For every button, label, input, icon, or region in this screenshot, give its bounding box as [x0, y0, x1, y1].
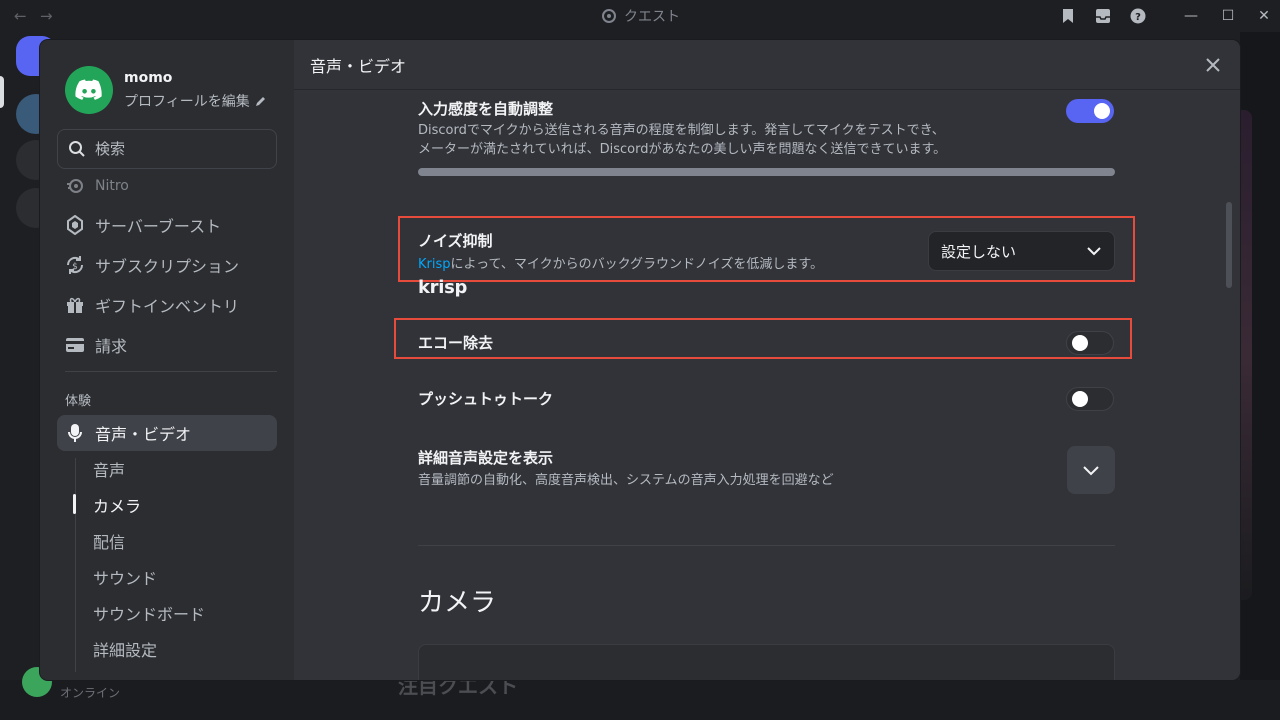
nitro-icon — [67, 179, 83, 193]
sub-nav-streaming[interactable]: 配信 — [93, 529, 125, 553]
window-close-button[interactable]: ✕ — [1254, 6, 1274, 26]
auto-sensitivity-toggle[interactable] — [1066, 99, 1114, 123]
pencil-icon — [255, 97, 265, 106]
noise-suppression-desc-text: によって、マイクからのバックグラウンドノイズを低減します。 — [450, 257, 824, 272]
card-icon — [66, 338, 84, 352]
back-arrow-icon[interactable]: ← — [14, 7, 27, 25]
input-sensitivity-meter — [418, 168, 1115, 176]
rail-indicator — [0, 76, 4, 108]
sidebar-item-label: 音声・ビデオ — [95, 425, 192, 444]
advanced-voice-title: 詳細音声設定を表示 — [418, 449, 554, 467]
push-to-talk-toggle[interactable] — [1066, 387, 1114, 411]
sidebar-section-label: 体験 — [65, 394, 92, 409]
sub-nav-active-marker — [73, 494, 76, 514]
svg-text:$: $ — [72, 262, 78, 272]
sub-nav-voice[interactable]: 音声 — [93, 457, 125, 481]
sidebar-item-label: 請求 — [95, 337, 128, 356]
discord-logo-icon — [75, 79, 102, 100]
sidebar-item-label: サブスクリプション — [95, 257, 240, 276]
sidebar-item-nitro[interactable]: Nitro — [57, 168, 277, 204]
profile-name: momo — [124, 70, 173, 86]
search-box[interactable] — [57, 129, 277, 169]
subscription-icon: $ — [66, 256, 84, 274]
quest-icon — [602, 9, 616, 23]
maximize-button[interactable]: ☐ — [1218, 6, 1238, 26]
inbox-icon[interactable] — [1095, 8, 1111, 24]
boost-icon — [67, 215, 83, 235]
noise-suppression-select[interactable]: 設定しない — [928, 231, 1115, 271]
sidebar-item-subscriptions[interactable]: $ サブスクリプション — [57, 247, 277, 283]
sub-nav-advanced[interactable]: 詳細設定 — [93, 637, 157, 661]
section-divider — [418, 545, 1115, 546]
search-input[interactable] — [95, 140, 265, 158]
settings-sidebar: momo プロフィールを編集 Nitro サーバーブースト $ サブスクリプショ… — [40, 40, 294, 680]
sub-nav-camera[interactable]: カメラ — [93, 493, 141, 517]
user-panel-status: オンライン — [60, 686, 121, 700]
search-icon — [69, 141, 85, 157]
camera-section-heading: カメラ — [418, 588, 497, 618]
push-to-talk-title: プッシュトゥトーク — [418, 390, 554, 408]
toggle-knob — [1072, 391, 1088, 407]
echo-cancellation-highlight — [394, 318, 1132, 359]
background-bottom-bar — [0, 680, 1280, 720]
bookmark-icon[interactable] — [1060, 8, 1076, 24]
microphone-icon — [68, 424, 82, 442]
sidebar-item-server-boost[interactable]: サーバーブースト — [57, 207, 277, 243]
settings-modal: momo プロフィールを編集 Nitro サーバーブースト $ サブスクリプショ… — [40, 40, 1240, 680]
sidebar-item-gift-inventory[interactable]: ギフトインベントリ — [57, 287, 277, 323]
krisp-link[interactable]: Krisp — [418, 257, 451, 272]
avatar[interactable] — [65, 66, 113, 114]
sidebar-item-label: Nitro — [95, 178, 129, 194]
noise-suppression-selected: 設定しない — [941, 242, 1017, 261]
help-icon[interactable]: ? — [1130, 8, 1146, 24]
noise-suppression-title: ノイズ抑制 — [418, 232, 493, 250]
sub-nav-soundboard[interactable]: サウンドボード — [93, 601, 205, 625]
chevron-down-icon — [1083, 465, 1099, 475]
settings-content: 音声・ビデオ 入力感度を自動調整 Discordでマイクから送信される音声の程度… — [294, 40, 1240, 680]
toggle-knob — [1094, 103, 1110, 119]
advanced-voice-desc: 音量調節の自動化、高度音声検出、システムの音声入力処理を回避など — [418, 473, 834, 488]
sidebar-item-label: ギフトインベントリ — [95, 297, 240, 316]
auto-sensitivity-desc-1: Discordでマイクから送信される音声の程度を制御します。発言してマイクをテス… — [418, 123, 945, 138]
krisp-logo: krisp — [418, 277, 468, 298]
expand-advanced-button[interactable] — [1067, 446, 1115, 494]
title-bar: ← → クエスト ? — ☐ ✕ — [0, 0, 1280, 32]
forward-arrow-icon[interactable]: → — [40, 7, 53, 25]
close-icon[interactable] — [1203, 55, 1223, 75]
chevron-down-icon — [1087, 247, 1101, 256]
gift-icon — [67, 297, 83, 313]
sub-nav-line — [75, 458, 76, 672]
auto-sensitivity-title: 入力感度を自動調整 — [418, 100, 554, 118]
toggle-knob — [1072, 335, 1088, 351]
page-title: 音声・ビデオ — [310, 57, 407, 76]
content-header: 音声・ビデオ — [294, 40, 1240, 90]
sidebar-item-voice-video[interactable]: 音声・ビデオ — [57, 415, 277, 451]
echo-cancellation-toggle[interactable] — [1066, 331, 1114, 355]
scrollbar[interactable] — [1226, 202, 1232, 288]
svg-text:?: ? — [1135, 12, 1141, 23]
noise-suppression-desc: Krispによって、マイクからのバックグラウンドノイズを低減します。 — [418, 255, 823, 274]
sidebar-item-billing[interactable]: 請求 — [57, 327, 277, 363]
edit-profile-link[interactable]: プロフィールを編集 — [124, 91, 267, 111]
sub-nav-sound[interactable]: サウンド — [93, 565, 157, 589]
camera-preview — [418, 644, 1115, 680]
auto-sensitivity-desc-2: メーターが満たされていれば、Discordがあなたの美しい声を問題なく送信できて… — [418, 142, 947, 157]
minimize-button[interactable]: — — [1181, 6, 1201, 26]
window-title: クエスト — [600, 6, 680, 26]
edit-profile-label: プロフィールを編集 — [124, 94, 250, 110]
sidebar-divider — [65, 371, 277, 372]
sidebar-item-label: サーバーブースト — [95, 217, 222, 236]
window-title-text: クエスト — [624, 9, 680, 25]
echo-cancellation-title: エコー除去 — [418, 334, 494, 352]
